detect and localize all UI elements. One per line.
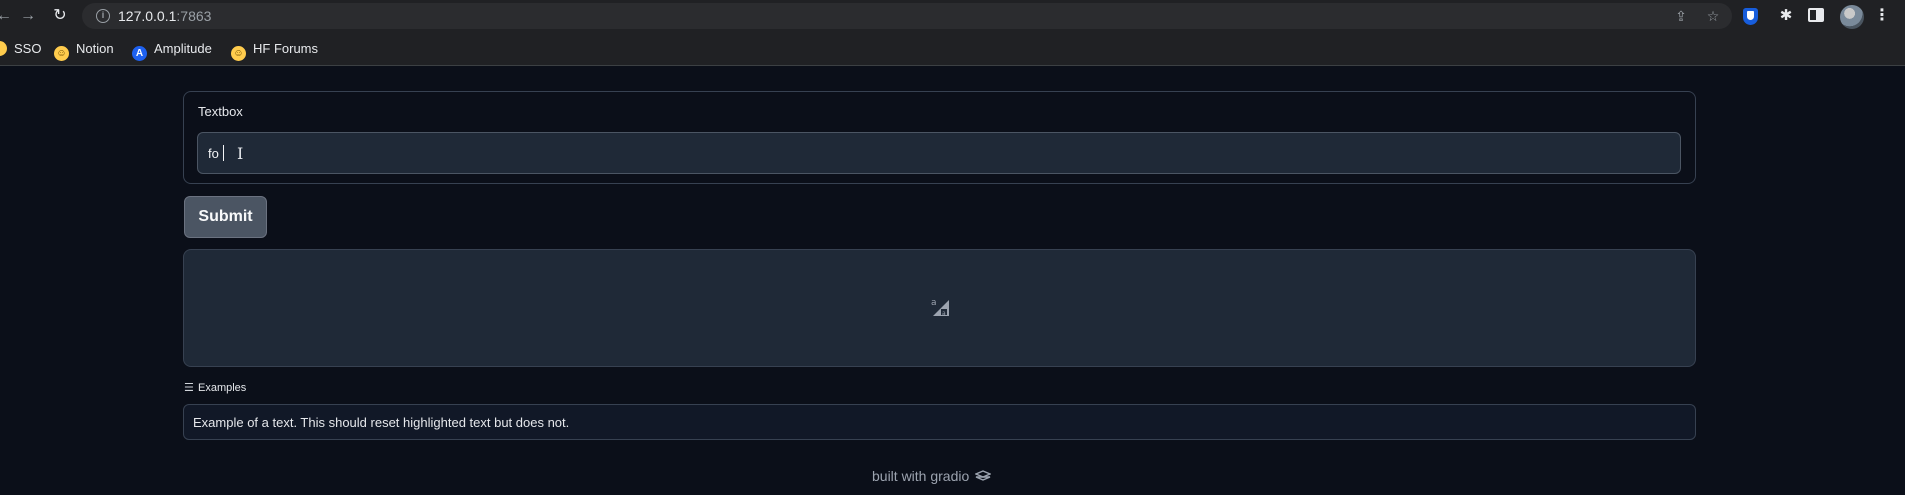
submit-button[interactable]: Submit [184,196,267,238]
profile-avatar[interactable] [1840,5,1864,29]
textbox-label: Textbox [198,104,243,119]
footer[interactable]: built with gradio [872,468,992,484]
example-item[interactable]: Example of a text. This should reset hig… [183,404,1696,440]
gradio-logo-icon [975,470,992,481]
bitwarden-extension-icon[interactable] [1743,8,1758,25]
bookmark-amplitude[interactable]: A Amplitude [132,38,212,61]
bookmark-label: HF Forums [253,41,318,56]
back-icon[interactable]: ← [0,6,14,26]
textbox-input[interactable]: fo I [197,132,1681,174]
url-host: 127.0.0.1 [118,8,177,24]
list-icon: ☰ [184,382,194,394]
browser-menu-icon[interactable]: ⋮ [1872,6,1892,26]
hugging-face-icon: ☺ [54,46,69,61]
reload-icon[interactable]: ↻ [50,6,70,26]
bookmark-favicon-icon [0,41,7,56]
bookmark-sso[interactable]: SSO [0,38,41,60]
text-caret [223,145,224,161]
browser-chrome: ← → ↻ i 127.0.0.1:7863 ⇪ ☆ ✱ ⋮ SSO ☺ Noti… [0,0,1905,66]
site-info-icon[interactable]: i [96,9,110,23]
example-text: Example of a text. This should reset hig… [193,415,570,430]
side-panel-icon[interactable] [1808,8,1824,22]
bookmark-label: Notion [76,41,114,56]
bookmark-star-icon[interactable]: ☆ [1704,7,1722,25]
bookmark-label: Amplitude [154,41,212,56]
bookmark-notion[interactable]: ☺ Notion [54,38,114,61]
footer-text: built with gradio [872,468,970,484]
share-icon[interactable]: ⇪ [1672,7,1690,25]
examples-label: Examples [198,382,247,394]
address-bar[interactable]: i 127.0.0.1:7863 ⇪ ☆ [82,3,1732,29]
highlighted-text-icon: a a [931,298,949,317]
bookmark-hf-forums[interactable]: ☺ HF Forums [231,38,318,61]
bookmark-label: SSO [14,41,42,56]
textbox-panel: Textbox fo I [183,91,1696,184]
url-port: :7863 [176,8,212,24]
svg-text:a: a [942,310,946,317]
ibeam-cursor-icon: I [237,144,244,163]
gradio-app: Textbox fo I Submit a a ☰ Examples Exampl… [0,66,1905,495]
examples-header: ☰ Examples [184,381,246,394]
extensions-puzzle-icon[interactable]: ✱ [1776,6,1796,26]
forward-icon[interactable]: → [18,6,38,26]
amplitude-icon: A [132,46,147,61]
hugging-face-icon: ☺ [231,46,246,61]
highlighted-text-output: a a [183,249,1696,367]
svg-text:a: a [931,298,937,308]
url-text[interactable]: 127.0.0.1:7863 [118,8,211,24]
textbox-value: fo [208,146,219,161]
bookmarks-bar: SSO ☺ Notion A Amplitude ☺ HF Forums [0,38,1905,61]
